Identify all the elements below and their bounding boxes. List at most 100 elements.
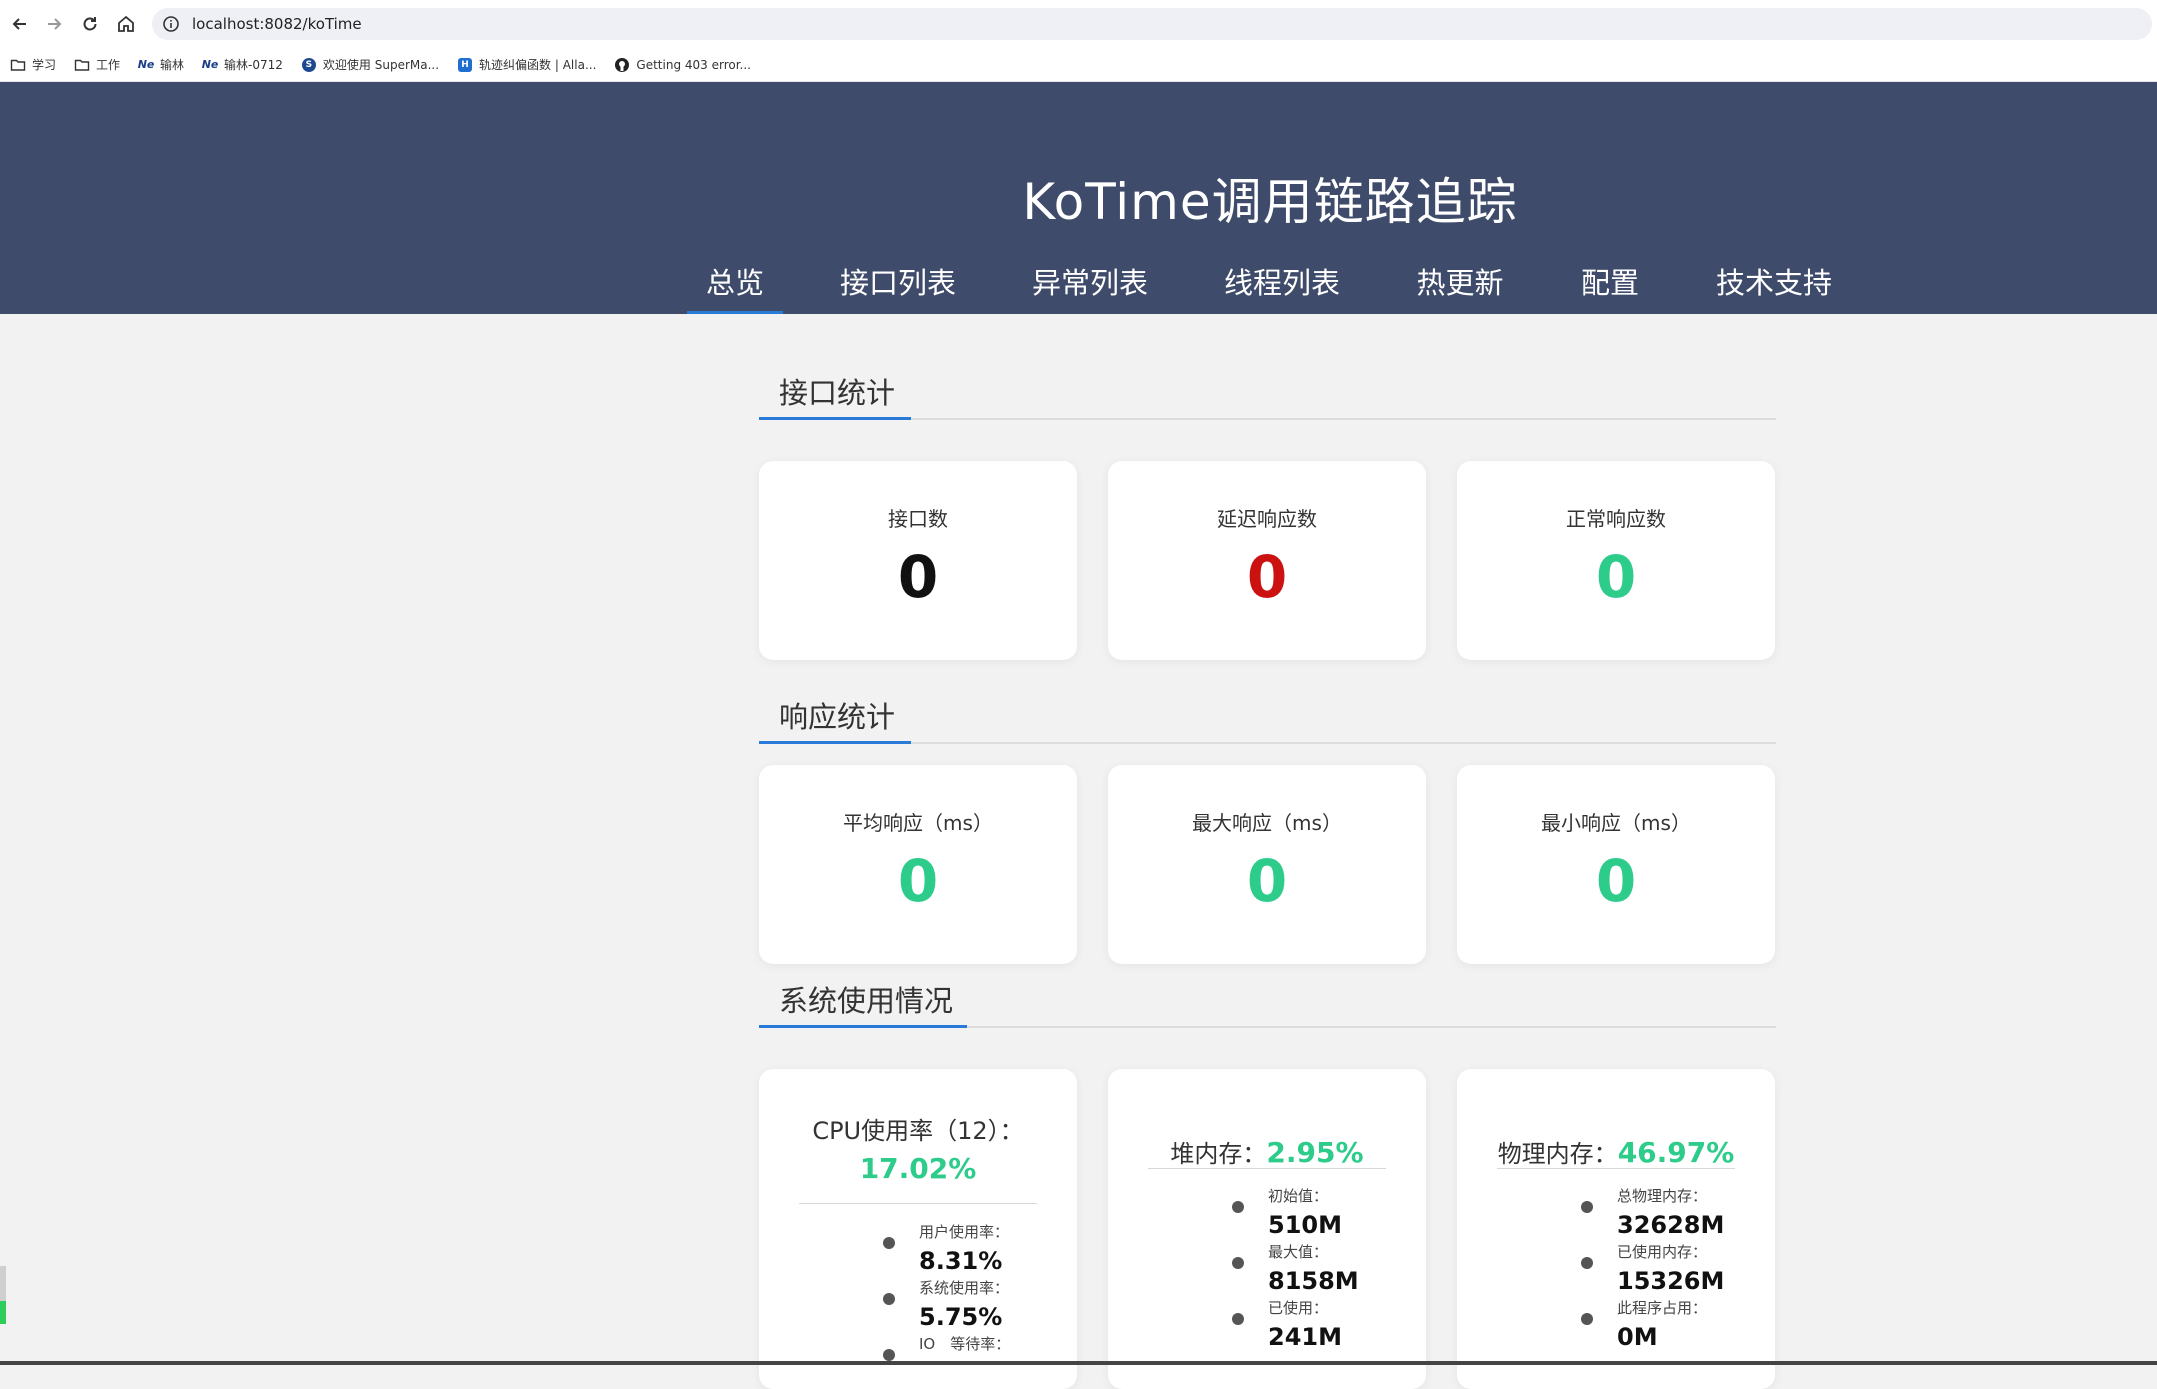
stat-label: 接口数: [888, 507, 948, 531]
bookmark-supermap[interactable]: S 欢迎使用 SuperMa...: [301, 56, 439, 73]
tab-hot-update[interactable]: 热更新: [1416, 260, 1504, 314]
cpu-user-label: 用户使用率：: [919, 1223, 1010, 1241]
stat-value: 0: [1595, 847, 1637, 915]
bookmark-github[interactable]: Getting 403 error...: [614, 57, 751, 73]
heap-used-value: 241M: [1268, 1323, 1342, 1351]
stat-label: 正常响应数: [1566, 507, 1666, 531]
tab-overview[interactable]: 总览: [687, 260, 783, 314]
address-row: localhost:8082/koTime: [0, 0, 2157, 48]
arrow-right-icon: [48, 18, 62, 30]
heap-percent: 2.95%: [1266, 1136, 1364, 1169]
card-divider: [1148, 1168, 1386, 1169]
physical-title: 物理内存：: [1497, 1140, 1618, 1168]
heap-used-label: 已使用：: [1268, 1299, 1329, 1317]
hexagon-icon: H: [457, 57, 473, 73]
folder-icon: [10, 57, 26, 73]
stat-card-normal-response: 正常响应数 0: [1457, 461, 1775, 660]
bullet-dot: [883, 1293, 895, 1305]
section-underline: [759, 417, 911, 420]
tab-thread-list[interactable]: 线程列表: [1224, 260, 1340, 314]
cpu-io-label: IO 等待率：: [919, 1335, 1011, 1353]
heap-init-label: 初始值：: [1268, 1187, 1329, 1205]
browser-chrome: localhost:8082/koTime 学习 工作 Ne 输林 Ne 输林-…: [0, 0, 2157, 82]
cpu-user-value: 8.31%: [919, 1247, 1003, 1275]
stat-card-max-response: 最大响应（ms） 0: [1108, 765, 1426, 964]
bookmark-label: 输林-0712: [224, 58, 283, 72]
stat-value: 0: [1246, 543, 1288, 611]
bookmark-label: 欢迎使用 SuperMa...: [322, 58, 440, 72]
bookmark-trajectory[interactable]: H 轨迹纠偏函数 | Alla...: [457, 56, 596, 73]
app-header: KoTime调用链路追踪 总览 接口列表 异常列表 线程列表 热更新 配置 技术…: [0, 82, 2157, 314]
heap-title: 堆内存：: [1170, 1140, 1267, 1168]
card-divider: [799, 1203, 1037, 1204]
url-text[interactable]: localhost:8082/koTime: [192, 15, 362, 33]
reload-button[interactable]: [72, 6, 108, 42]
folder-icon: [74, 57, 90, 73]
tab-config[interactable]: 配置: [1580, 260, 1640, 314]
bookmark-label: 学习: [32, 58, 57, 72]
arrow-left-icon: [12, 18, 26, 30]
card-divider: [1497, 1168, 1735, 1169]
physical-percent: 46.97%: [1617, 1136, 1735, 1169]
ne-logo-icon: Ne: [201, 58, 219, 71]
side-handle[interactable]: [0, 1266, 6, 1324]
heap-init-value: 510M: [1268, 1211, 1342, 1239]
forward-button[interactable]: [36, 6, 72, 42]
taskbar-edge: [0, 1361, 2157, 1365]
stat-card-avg-response: 平均响应（ms） 0: [759, 765, 1077, 964]
tab-exception-list[interactable]: 异常列表: [1032, 260, 1148, 314]
cpu-title: CPU使用率（12）：: [812, 1117, 1024, 1145]
bullet-dot: [1581, 1201, 1593, 1213]
reload-icon: [83, 17, 97, 31]
bookmarks-bar: 学习 工作 Ne 输林 Ne 输林-0712 S 欢迎使用 SuperMa...…: [0, 48, 2157, 82]
physical-used-label: 已使用内存：: [1617, 1243, 1708, 1261]
stat-label: 最小响应（ms）: [1541, 811, 1691, 835]
bookmark-label: 输林: [160, 58, 185, 72]
cpu-percent: 17.02%: [859, 1152, 977, 1185]
heap-max-value: 8158M: [1268, 1267, 1359, 1295]
info-icon[interactable]: [162, 15, 180, 33]
physical-program-value: 0M: [1617, 1323, 1658, 1351]
system-card-physical-memory: 物理内存：46.97% 总物理内存： 32628M 已使用内存： 15326M …: [1457, 1069, 1775, 1389]
bookmark-folder-work[interactable]: 工作: [74, 56, 120, 73]
stat-value: 0: [1595, 543, 1637, 611]
system-card-heap: 堆内存：2.95% 初始值： 510M 最大值： 8158M 已使用： 241M: [1108, 1069, 1426, 1389]
github-icon: [614, 57, 630, 73]
address-bar[interactable]: localhost:8082/koTime: [152, 8, 2152, 40]
section-divider: [759, 418, 1776, 420]
section-divider: [759, 742, 1776, 744]
stat-card-delayed-response: 延迟响应数 0: [1108, 461, 1426, 660]
bullet-dot: [1232, 1201, 1244, 1213]
bullet-dot: [883, 1237, 895, 1249]
system-card-cpu: CPU使用率（12）： 17.02% 用户使用率： 8.31% 系统使用率： 5…: [759, 1069, 1077, 1389]
section-underline: [759, 741, 911, 744]
bookmark-shulin[interactable]: Ne 输林: [138, 56, 184, 73]
physical-used-value: 15326M: [1617, 1267, 1725, 1295]
section-underline: [759, 1025, 967, 1028]
app-title: KoTime调用链路追踪: [1022, 173, 1518, 231]
back-button[interactable]: [2, 6, 38, 42]
heap-max-label: 最大值：: [1268, 1243, 1329, 1261]
home-icon: [118, 15, 134, 32]
bullet-dot: [883, 1349, 895, 1361]
section-title-api-stats: 接口统计: [779, 376, 896, 410]
stat-card-api-count: 接口数 0: [759, 461, 1077, 660]
cpu-percent-row: 17.02%: [759, 1149, 1077, 1190]
tab-tech-support[interactable]: 技术支持: [1716, 260, 1832, 314]
physical-total-value: 32628M: [1617, 1211, 1725, 1239]
section-title-system-usage: 系统使用情况: [779, 984, 954, 1018]
home-button[interactable]: [108, 6, 144, 42]
bookmark-folder-study[interactable]: 学习: [10, 56, 56, 73]
stat-value: 0: [897, 543, 939, 611]
tab-api-list[interactable]: 接口列表: [840, 260, 956, 314]
bullet-dot: [1232, 1257, 1244, 1269]
cpu-system-label: 系统使用率：: [919, 1279, 1010, 1297]
stat-label: 最大响应（ms）: [1192, 811, 1342, 835]
stat-label: 平均响应（ms）: [843, 811, 993, 835]
bullet-dot: [1232, 1313, 1244, 1325]
bookmark-shulin-0712[interactable]: Ne 输林-0712: [202, 56, 283, 73]
bookmark-label: 轨迹纠偏函数 | Alla...: [479, 58, 597, 72]
bullet-dot: [1581, 1257, 1593, 1269]
bookmark-label: 工作: [96, 58, 121, 72]
stat-value: 0: [897, 847, 939, 915]
